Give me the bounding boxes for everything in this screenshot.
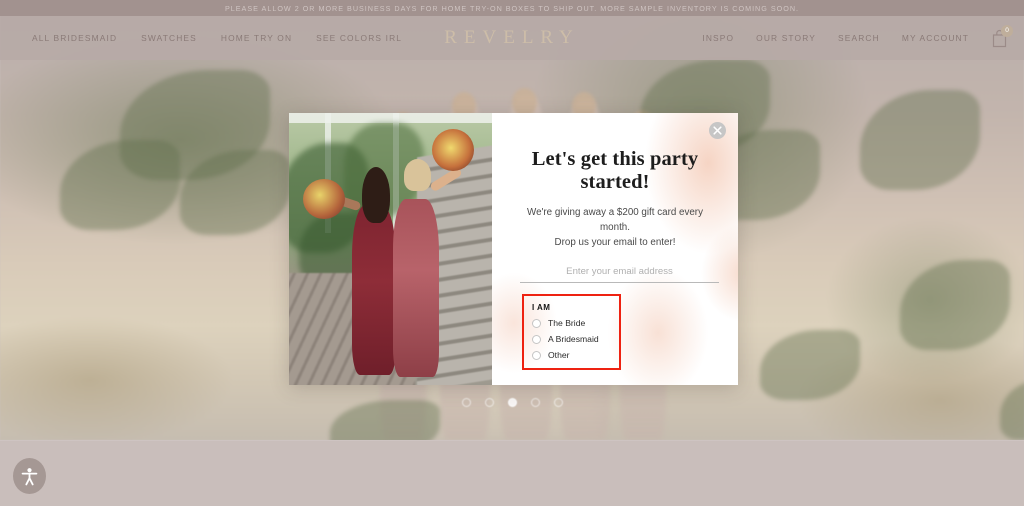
modal-subtitle-line-1: We're giving away a $200 gift card every… [527, 207, 703, 233]
primary-nav: ALL BRIDESMAID SWATCHES HOME TRY ON SEE … [32, 33, 402, 43]
i-am-label: I AM [532, 303, 551, 312]
radio-option-the-bride[interactable]: The Bride [532, 318, 611, 328]
radio-option-other[interactable]: Other [532, 350, 611, 360]
radio-button-the-bride[interactable] [532, 318, 541, 328]
cart-count-badge: 0 [1001, 24, 1013, 37]
photo-bouquet-left [303, 179, 345, 219]
announcement-text: PLEASE ALLOW 2 OR MORE BUSINESS DAYS FOR… [224, 3, 800, 13]
photo-bridesmaid-right-hair [404, 159, 431, 191]
photo-window-frame [289, 113, 492, 123]
photo-bridesmaid-left-hair [362, 167, 390, 223]
photo-bouquet-right [432, 129, 474, 171]
radio-button-a-bridesmaid[interactable] [532, 334, 541, 344]
nav-link-swatches[interactable]: SWATCHES [141, 33, 197, 43]
site-header: ALL BRIDESMAID SWATCHES HOME TRY ON SEE … [0, 16, 1024, 60]
modal-close-button[interactable] [709, 122, 726, 139]
close-icon [713, 126, 722, 135]
modal-content: Let's get this party started! We're givi… [492, 148, 738, 370]
carousel-dot-1[interactable] [461, 398, 471, 407]
radio-option-a-bridesmaid[interactable]: A Bridesmaid [532, 334, 611, 344]
hero-foliage [1000, 380, 1024, 440]
modal-title: Let's get this party started! [531, 148, 699, 193]
carousel-dot-4[interactable] [530, 398, 540, 407]
hero-carousel-dots[interactable] [0, 398, 1024, 407]
cart-button[interactable]: 0 [991, 24, 1013, 48]
radio-label-a-bridesmaid: A Bridesmaid [548, 334, 599, 344]
radio-label-other: Other [548, 350, 570, 360]
hero-foliage [860, 90, 980, 190]
modal-body: Let's get this party started! We're givi… [492, 113, 738, 385]
modal-subtitle: We're giving away a $200 gift card every… [520, 205, 710, 250]
nav-link-home-try-on[interactable]: HOME TRY ON [221, 33, 292, 43]
i-am-radio-group: I AM The Bride A Bridesmaid Other [522, 294, 621, 370]
photo-bridesmaid-right-gown [393, 199, 439, 377]
secondary-nav: INSPO OUR STORY SEARCH MY ACCOUNT 0 [702, 24, 1013, 48]
radio-button-other[interactable] [532, 350, 541, 360]
nav-link-search[interactable]: SEARCH [838, 33, 880, 43]
hero-foliage [900, 260, 1010, 350]
accessibility-person-icon [21, 467, 38, 485]
carousel-dot-2[interactable] [484, 398, 494, 407]
nav-link-all-bridesmaid[interactable]: ALL BRIDESMAID [32, 33, 117, 43]
photo-bridesmaid-left-gown [352, 205, 396, 375]
carousel-dot-3[interactable] [507, 398, 517, 407]
page-lower-section [0, 440, 1024, 506]
modal-subtitle-line-2: Drop us your email to enter! [554, 237, 676, 248]
radio-label-the-bride: The Bride [548, 318, 586, 328]
nav-link-our-story[interactable]: OUR STORY [756, 33, 816, 43]
modal-photo [289, 113, 492, 385]
newsletter-signup-modal: Let's get this party started! We're givi… [289, 113, 738, 385]
nav-link-my-account[interactable]: MY ACCOUNT [902, 33, 969, 43]
page-root: HOUSTON PLEASE ALLOW 2 OR MORE BUSINESS … [0, 0, 1024, 506]
nav-link-inspo[interactable]: INSPO [702, 33, 734, 43]
email-input[interactable] [520, 263, 719, 283]
accessibility-button[interactable] [13, 458, 46, 494]
hero-foliage [760, 330, 860, 400]
announcement-bar: PLEASE ALLOW 2 OR MORE BUSINESS DAYS FOR… [0, 0, 1024, 16]
carousel-dot-5[interactable] [553, 398, 563, 407]
nav-link-see-colors-irl[interactable]: SEE COLORS IRL [316, 33, 402, 43]
